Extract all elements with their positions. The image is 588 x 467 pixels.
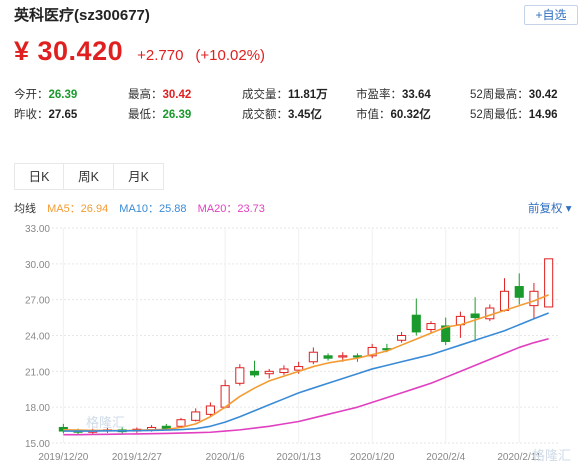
candle-body bbox=[426, 323, 436, 331]
y-tick-label: 27.00 bbox=[25, 296, 50, 307]
candle-body bbox=[235, 367, 245, 384]
candle-body bbox=[191, 411, 201, 421]
caret-down-icon: ▾ bbox=[565, 203, 572, 215]
candle-body bbox=[485, 307, 495, 320]
candle-body bbox=[411, 314, 421, 333]
stat-value: 11.81万 bbox=[288, 89, 328, 101]
stat-turnover: 成交额：3.45亿 bbox=[242, 109, 322, 121]
ma10-label: MA10：25.88 bbox=[119, 203, 187, 215]
ma-legend: 均线 MA5：26.94 MA10：25.88 MA20：23.73 bbox=[14, 200, 273, 216]
ma10-line bbox=[63, 312, 549, 432]
stat-value: 30.42 bbox=[528, 89, 558, 101]
candle-body bbox=[176, 419, 186, 427]
y-tick-label: 33.00 bbox=[25, 224, 50, 235]
stat-52w-high: 52周最高：30.42 bbox=[470, 89, 558, 101]
candle-body bbox=[308, 351, 318, 363]
x-tick-label: 2020/2/4 bbox=[426, 452, 465, 463]
candle-body bbox=[205, 405, 215, 415]
candle-body bbox=[279, 368, 289, 374]
current-price: ¥ 30.420 bbox=[14, 36, 124, 66]
stat-low: 最低：26.39 bbox=[128, 109, 192, 121]
stats-grid: 今开：26.39 最高：30.42 成交量：11.81万 市盈率：33.64 5… bbox=[14, 86, 584, 126]
candle-body bbox=[397, 335, 407, 341]
x-tick-label: 2019/12/20 bbox=[38, 452, 88, 463]
x-tick-label: 2020/1/20 bbox=[350, 452, 395, 463]
stats-row: 今开：26.39 最高：30.42 成交量：11.81万 市盈率：33.64 5… bbox=[14, 86, 584, 106]
stat-market-cap: 市值：60.32亿 bbox=[356, 109, 431, 121]
stat-value: 33.64 bbox=[402, 89, 431, 101]
candle-body bbox=[249, 370, 260, 376]
price-row: ¥ 30.420 +2.770 (+10.02%) bbox=[14, 36, 265, 74]
tab-monthly-k[interactable]: 月K bbox=[114, 163, 164, 190]
stat-value: 26.39 bbox=[48, 89, 78, 101]
ma20-line bbox=[63, 337, 549, 436]
stat-value: 30.42 bbox=[162, 89, 192, 101]
stat-value: 14.96 bbox=[528, 109, 558, 121]
stat-prev-close: 昨收：27.65 bbox=[14, 109, 78, 121]
y-tick-label: 30.00 bbox=[25, 260, 50, 271]
adjust-label: 前复权 bbox=[528, 203, 563, 215]
x-tick-label: 2020/2/11 bbox=[497, 452, 541, 463]
stat-value: 27.65 bbox=[48, 109, 78, 121]
price-change-percent: (+10.02%) bbox=[195, 47, 266, 64]
ma-legend-title: 均线 bbox=[14, 203, 36, 215]
x-tick-label: 2020/1/13 bbox=[276, 452, 321, 463]
candle-body bbox=[220, 385, 230, 408]
period-tabs: 日K 周K 月K bbox=[14, 163, 164, 190]
candle-body bbox=[529, 290, 539, 307]
stat-52w-low: 52周最低：14.96 bbox=[470, 109, 558, 121]
candle-body bbox=[544, 258, 554, 308]
stat-open: 今开：26.39 bbox=[14, 89, 78, 101]
stats-row: 昨收：27.65 最低：26.39 成交额：3.45亿 市值：60.32亿 52… bbox=[14, 106, 584, 126]
x-tick-label: 2020/1/6 bbox=[206, 452, 245, 463]
candle-body bbox=[470, 313, 480, 319]
tab-weekly-k[interactable]: 周K bbox=[64, 163, 114, 190]
stat-high: 最高：30.42 bbox=[128, 89, 192, 101]
y-tick-label: 18.00 bbox=[25, 403, 50, 414]
stat-value: 3.45亿 bbox=[288, 109, 322, 121]
stat-pe: 市盈率：33.64 bbox=[356, 89, 431, 101]
adjust-dropdown[interactable]: 前复权 ▾ bbox=[528, 200, 571, 216]
stock-title: 英科医疗(sz300677) bbox=[14, 7, 150, 24]
stat-volume: 成交量：11.81万 bbox=[242, 89, 328, 101]
price-change: +2.770 bbox=[137, 47, 184, 64]
stat-value: 26.39 bbox=[162, 109, 192, 121]
candle-body bbox=[323, 355, 333, 359]
y-tick-label: 15.00 bbox=[25, 439, 50, 450]
ma20-label: MA20：23.73 bbox=[197, 203, 265, 215]
candle-body bbox=[338, 355, 348, 358]
kline-chart[interactable]: 33.00 30.00 27.00 24.00 21.00 18.00 15.00 2019/… bbox=[0, 218, 588, 467]
stat-value: 60.32亿 bbox=[390, 109, 431, 121]
ma5-label: MA5：26.94 bbox=[47, 203, 109, 215]
tab-daily-k[interactable]: 日K bbox=[14, 163, 64, 190]
y-tick-label: 21.00 bbox=[25, 367, 50, 378]
candle-body bbox=[514, 286, 524, 298]
candle-body bbox=[499, 290, 510, 311]
x-tick-label: 2019/12/27 bbox=[112, 452, 162, 463]
stock-header: 英科医疗(sz300677) bbox=[14, 6, 150, 28]
y-tick-label: 24.00 bbox=[25, 332, 50, 343]
add-to-watchlist-button[interactable]: +自选 bbox=[524, 5, 578, 25]
candle-body bbox=[264, 370, 274, 375]
